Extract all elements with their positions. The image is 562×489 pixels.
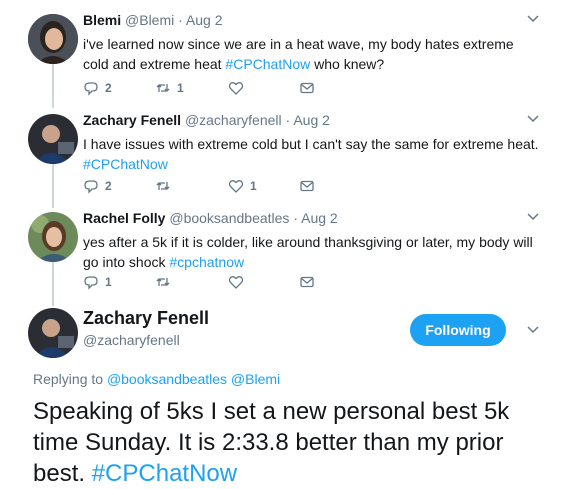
author-name[interactable]: Zachary Fenell	[83, 308, 209, 329]
tweet-date[interactable]: Aug 2	[186, 12, 223, 28]
like-button[interactable]: 1	[228, 178, 257, 194]
mention-link[interactable]: @booksandbeatles	[107, 371, 227, 387]
reply-button[interactable]: 1	[83, 274, 112, 290]
tweet-actions: 1	[83, 274, 483, 292]
retweet-button[interactable]	[155, 178, 177, 194]
chevron-down-icon[interactable]	[526, 212, 540, 222]
tweet-blemi[interactable]: Blemi @Blemi · Aug 2 i've learned now si…	[0, 12, 562, 102]
reply-icon	[84, 276, 98, 290]
heart-icon	[228, 180, 244, 193]
reply-count: 2	[105, 81, 112, 95]
hashtag-link[interactable]: #CPChatNow	[83, 156, 168, 172]
retweet-button[interactable]: 1	[155, 80, 184, 96]
tweet-text: i've learned now since we are in a heat …	[83, 36, 514, 72]
tweet-header: Rachel Folly @booksandbeatles · Aug 2	[83, 210, 338, 226]
author-name[interactable]: Rachel Folly	[83, 210, 165, 226]
separator: ·	[178, 12, 183, 28]
following-button[interactable]: Following	[410, 314, 506, 346]
like-button[interactable]	[228, 80, 250, 96]
avatar[interactable]	[28, 114, 78, 164]
reply-count: 2	[105, 179, 112, 193]
author-name[interactable]: Zachary Fenell	[83, 112, 181, 128]
tweet-header: Blemi @Blemi · Aug 2	[83, 12, 223, 28]
tweet-actions: 2 1	[83, 178, 483, 196]
author-handle[interactable]: @zacharyfenell	[185, 112, 282, 128]
avatar[interactable]	[28, 212, 78, 262]
tweet-rachel[interactable]: Rachel Folly @booksandbeatles · Aug 2 ye…	[0, 210, 562, 300]
envelope-icon	[300, 276, 314, 288]
tweet-actions: 2 1	[83, 80, 483, 98]
tweet-text: yes after a 5k if it is colder, like aro…	[83, 234, 533, 270]
hashtag-link[interactable]: #CPChatNow	[225, 56, 310, 72]
reply-button[interactable]: 2	[83, 178, 112, 194]
reply-count: 1	[105, 275, 112, 289]
avatar[interactable]	[28, 308, 78, 358]
retweet-icon	[156, 182, 170, 190]
main-tweet: Zachary Fenell @zacharyfenell Following	[0, 308, 562, 368]
chevron-down-icon[interactable]	[526, 14, 540, 24]
replying-to: Replying to @booksandbeatles @Blemi	[33, 371, 281, 387]
separator: ·	[293, 210, 298, 226]
chevron-down-icon[interactable]	[526, 325, 540, 335]
main-tweet-text: Speaking of 5ks I set a new personal bes…	[33, 398, 510, 487]
tweet-date[interactable]: Aug 2	[301, 210, 338, 226]
retweet-button[interactable]	[155, 274, 177, 290]
tweet-header: Zachary Fenell @zacharyfenell · Aug 2	[83, 112, 330, 128]
tweet-date[interactable]: Aug 2	[293, 112, 330, 128]
hashtag-link[interactable]: #cpchatnow	[169, 254, 244, 270]
separator: ·	[285, 112, 291, 128]
author-handle[interactable]: @zacharyfenell	[83, 332, 180, 348]
like-button[interactable]	[228, 274, 250, 290]
retweet-count: 1	[177, 81, 184, 95]
author-handle[interactable]: @Blemi	[125, 12, 174, 28]
chevron-down-icon[interactable]	[526, 114, 540, 124]
heart-icon	[228, 82, 244, 95]
dm-button[interactable]	[299, 178, 321, 194]
reply-button[interactable]: 2	[83, 80, 112, 96]
dm-button[interactable]	[299, 80, 321, 96]
tweet-zachary[interactable]: Zachary Fenell @zacharyfenell · Aug 2 I …	[0, 112, 562, 202]
heart-icon	[228, 276, 244, 289]
mention-link[interactable]: @Blemi	[231, 371, 280, 387]
envelope-icon	[300, 82, 314, 94]
reply-icon	[84, 180, 98, 194]
reply-icon	[84, 82, 98, 96]
hashtag-link[interactable]: #CPChatNow	[92, 460, 237, 487]
dm-button[interactable]	[299, 274, 321, 290]
envelope-icon	[300, 180, 314, 192]
avatar[interactable]	[28, 14, 78, 64]
author-handle[interactable]: @booksandbeatles	[169, 210, 289, 226]
tweet-text: I have issues with extreme cold but I ca…	[83, 136, 539, 172]
author-name[interactable]: Blemi	[83, 12, 121, 28]
like-count: 1	[250, 179, 257, 193]
retweet-icon	[156, 84, 170, 92]
retweet-icon	[156, 278, 170, 286]
